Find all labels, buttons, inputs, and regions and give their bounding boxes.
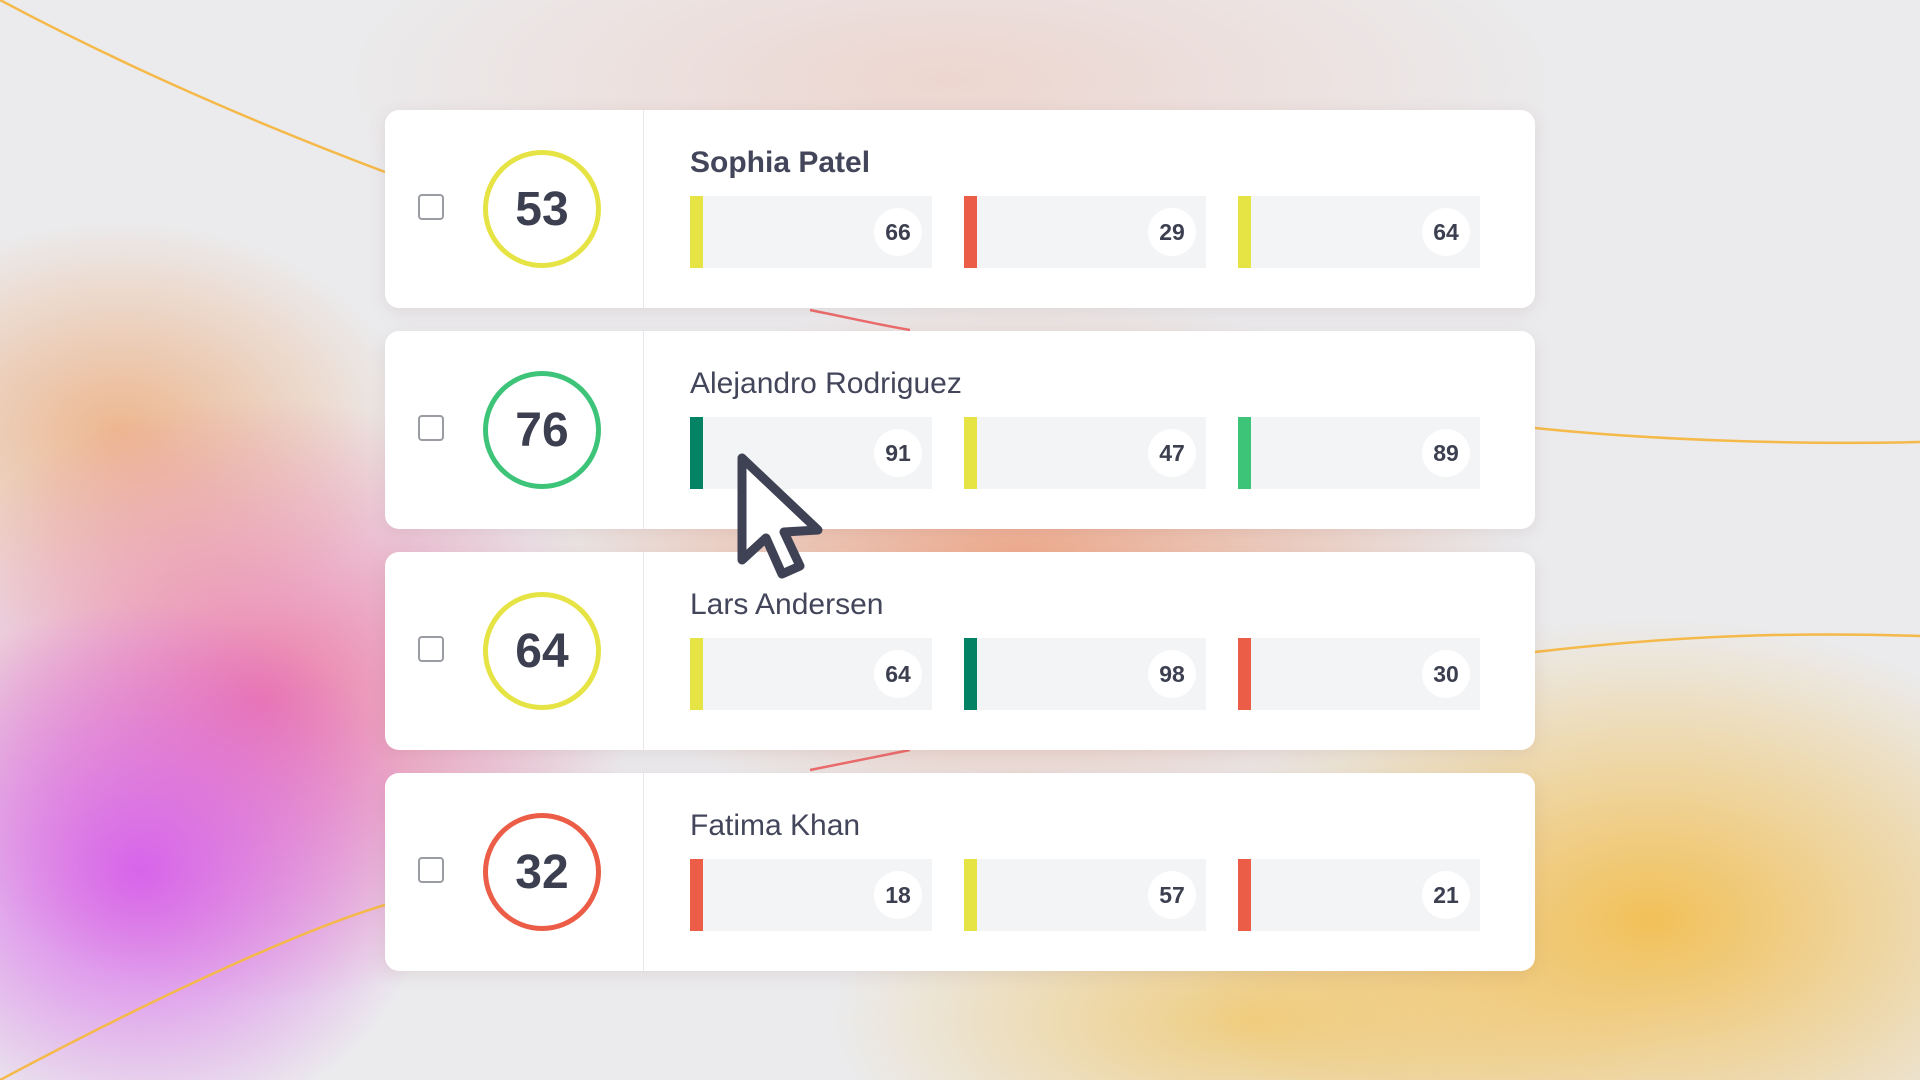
metric-color-stripe [690,196,703,268]
metric-bar: 29 [964,196,1206,268]
metric-value: 91 [874,429,922,477]
metric-bar: 57 [964,859,1206,931]
metric-bar: 66 [690,196,932,268]
metric-bar: 64 [690,638,932,710]
metric-color-stripe [690,417,703,489]
metric-value: 64 [874,650,922,698]
metric-color-stripe [1238,638,1251,710]
metric-bar: 98 [964,638,1206,710]
row-checkbox[interactable] [418,636,444,662]
user-name: Sophia Patel [690,146,871,179]
divider [643,552,644,750]
metric-color-stripe [690,859,703,931]
row-checkbox[interactable] [418,415,444,441]
metric-value: 29 [1148,208,1196,256]
score-circle: 64 [483,592,601,710]
metric-value: 57 [1148,871,1196,919]
metric-color-stripe [964,859,977,931]
score-circle: 32 [483,813,601,931]
user-row-card[interactable]: 76 Alejandro Rodriguez 91 47 89 [385,331,1535,529]
user-row-card[interactable]: 32 Fatima Khan 18 57 21 [385,773,1535,971]
user-name: Fatima Khan [690,809,861,842]
metric-value: 30 [1422,650,1470,698]
metric-value: 98 [1148,650,1196,698]
metric-color-stripe [964,638,977,710]
metric-color-stripe [1238,859,1251,931]
score-circle: 76 [483,371,601,489]
metric-color-stripe [964,417,977,489]
metric-color-stripe [964,196,977,268]
metric-bar: 47 [964,417,1206,489]
divider [643,773,644,971]
user-row-card[interactable]: 64 Lars Andersen 64 98 30 [385,552,1535,750]
user-name: Lars Andersen [690,588,884,621]
metric-color-stripe [1238,196,1251,268]
metric-bar: 30 [1238,638,1480,710]
metric-bar: 18 [690,859,932,931]
metric-bar: 89 [1238,417,1480,489]
divider [643,110,644,308]
metric-value: 18 [874,871,922,919]
metric-color-stripe [690,638,703,710]
mouse-pointer-icon [737,453,823,579]
metric-bar: 21 [1238,859,1480,931]
score-circle: 53 [483,150,601,268]
metric-value: 47 [1148,429,1196,477]
row-checkbox[interactable] [418,194,444,220]
user-name: Alejandro Rodriguez [690,367,962,400]
metric-value: 64 [1422,208,1470,256]
metric-value: 89 [1422,429,1470,477]
divider [643,331,644,529]
user-row-card[interactable]: 53 Sophia Patel 66 29 64 [385,110,1535,308]
metric-value: 66 [874,208,922,256]
metric-color-stripe [1238,417,1251,489]
metric-value: 21 [1422,871,1470,919]
row-checkbox[interactable] [418,857,444,883]
metric-bar: 64 [1238,196,1480,268]
